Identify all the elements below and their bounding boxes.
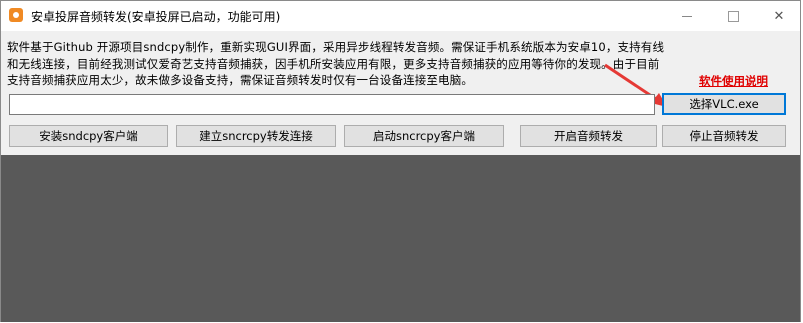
stop-audio-forward-button[interactable]: 停止音频转发	[662, 125, 786, 147]
output-area	[1, 155, 800, 322]
title-bar[interactable]: 安卓投屏音频转发(安卓投屏已启动，功能可用) ✕	[1, 1, 800, 31]
close-button[interactable]: ✕	[757, 1, 801, 31]
start-audio-forward-button[interactable]: 开启音频转发	[520, 125, 657, 147]
minimize-icon	[682, 15, 692, 17]
window-title: 安卓投屏音频转发(安卓投屏已启动，功能可用)	[31, 10, 281, 24]
description-line: 和无线连接，目前经我测试仅爱奇艺支持音频捕获，因手机所安装应用有限，更多支持音频…	[7, 56, 660, 71]
maximize-icon	[727, 10, 739, 22]
app-icon	[9, 8, 23, 22]
description-line: 软件基于Github 开源项目sndcpy制作，重新实现GUI界面，采用异步线程…	[7, 40, 665, 54]
maximize-button[interactable]	[711, 1, 755, 31]
start-client-button[interactable]: 启动sncrcpy客户端	[344, 125, 504, 147]
vlc-path-input[interactable]	[9, 94, 655, 115]
minimize-button[interactable]	[665, 1, 709, 31]
app-window: 安卓投屏音频转发(安卓投屏已启动，功能可用) ✕ 软件基于Github 开源项目…	[0, 0, 801, 322]
description-text: 软件基于Github 开源项目sndcpy制作，重新实现GUI界面，采用异步线程…	[7, 39, 797, 89]
close-icon: ✕	[773, 8, 785, 24]
usage-help-link[interactable]: 软件使用说明	[699, 73, 768, 89]
select-vlc-button[interactable]: 选择VLC.exe	[662, 93, 786, 115]
install-sndcpy-client-button[interactable]: 安装sndcpy客户端	[9, 125, 168, 147]
description-line: 支持音频捕获应用太少，故未做多设备支持，需保证音频转发时仅有一台设备连接至电脑。	[7, 73, 473, 87]
establish-forward-connection-button[interactable]: 建立sncrcpy转发连接	[176, 125, 336, 147]
